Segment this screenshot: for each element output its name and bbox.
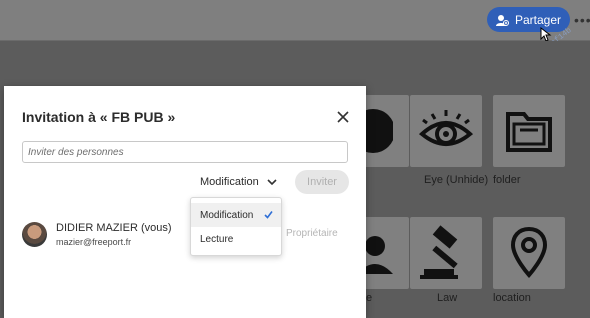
folder-icon — [506, 112, 552, 152]
share-label: Partager — [515, 12, 562, 27]
more-options-icon[interactable]: ••• — [574, 12, 590, 28]
permission-dropdown-menu: Modification Lecture — [190, 197, 282, 256]
asset-tile-law[interactable] — [410, 217, 482, 289]
menu-item-modification[interactable]: Modification — [191, 203, 281, 227]
invite-people-input[interactable] — [22, 141, 348, 163]
menu-item-label: Modification — [200, 209, 254, 221]
avatar — [22, 222, 47, 247]
permission-select-value: Modification — [200, 176, 259, 188]
menu-item-lecture[interactable]: Lecture — [191, 227, 281, 251]
tile-label-folder: folder — [493, 174, 521, 186]
gavel-icon — [420, 225, 458, 279]
dialog-title: Invitation à « FB PUB » — [22, 109, 176, 125]
asset-tile-location[interactable] — [493, 217, 565, 289]
eye-icon — [418, 110, 474, 146]
tile-label-law: Law — [437, 292, 458, 304]
tile-label-eye: Eye (Unhide) — [424, 174, 489, 186]
invite-dialog: Invitation à « FB PUB » Modification Inv… — [4, 86, 366, 318]
location-pin-icon — [510, 226, 548, 279]
tile-label-person: e — [366, 292, 373, 304]
user-email: mazier@freeport.fr — [56, 237, 132, 247]
owner-role-label: Propriétaire — [286, 228, 338, 239]
invite-button[interactable]: Inviter — [295, 170, 349, 194]
user-name: DIDIER MAZIER (vous) — [56, 222, 172, 234]
asset-tile-folder[interactable] — [493, 95, 565, 167]
permission-select[interactable]: Modification — [200, 176, 277, 188]
check-icon — [264, 211, 273, 219]
menu-item-label: Lecture — [200, 233, 234, 245]
close-icon[interactable] — [336, 110, 350, 124]
share-button[interactable]: Partager — [487, 7, 570, 32]
add-person-icon — [496, 14, 509, 26]
tile-label-location: location — [493, 292, 531, 304]
asset-tile-eye[interactable] — [410, 95, 482, 167]
chevron-down-icon — [267, 179, 277, 186]
top-bar: Partager ••• — [0, 0, 590, 41]
